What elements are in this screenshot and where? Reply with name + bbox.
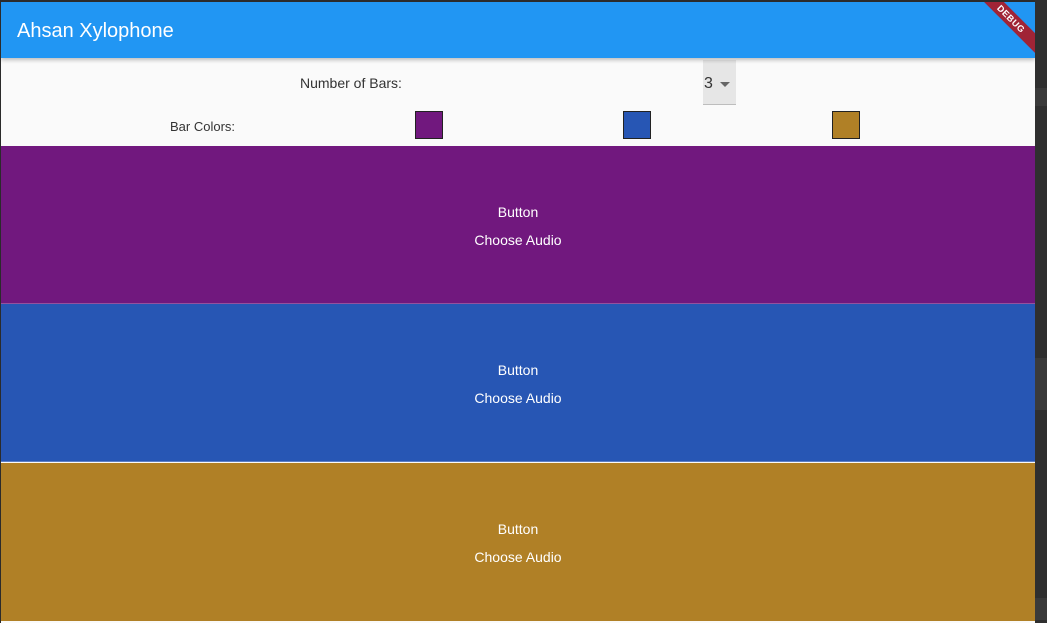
number-of-bars-label: Number of Bars: <box>300 75 402 91</box>
bar-divider <box>1 461 1035 462</box>
app-bar: Ahsan Xylophone DEBUG <box>1 2 1035 58</box>
number-of-bars-dropdown[interactable]: 3 <box>703 60 736 105</box>
number-of-bars-row: Number of Bars: 3 <box>1 58 1035 105</box>
choose-audio-button[interactable]: Choose Audio <box>1 549 1035 565</box>
color-swatch-bar-1[interactable] <box>415 111 443 139</box>
color-swatch-bar-2[interactable] <box>623 111 651 139</box>
app-window: Ahsan Xylophone DEBUG Number of Bars: 3 … <box>1 2 1035 623</box>
xylophone-bar-3[interactable]: Button Choose Audio <box>1 463 1035 621</box>
app-title: Ahsan Xylophone <box>17 20 174 42</box>
choose-audio-button[interactable]: Choose Audio <box>1 232 1035 248</box>
edge-mark <box>1035 358 1047 410</box>
edge-mark <box>1035 88 1047 106</box>
bar-colors-label: Bar Colors: <box>170 119 236 134</box>
bar-colors-row: Bar Colors: <box>1 104 1035 146</box>
dropdown-value: 3 <box>704 75 713 92</box>
color-swatch-bar-3[interactable] <box>832 111 860 139</box>
xylophone-bar-1[interactable]: Button Choose Audio <box>1 146 1035 304</box>
caret-down-icon <box>720 82 730 87</box>
bar-button-label: Button <box>497 204 539 220</box>
edge-mark <box>1035 598 1047 620</box>
choose-audio-button[interactable]: Choose Audio <box>1 390 1035 406</box>
debug-banner: DEBUG <box>972 2 1035 58</box>
bar-button-label: Button <box>497 521 539 537</box>
xylophone-bar-2[interactable]: Button Choose Audio <box>1 304 1035 462</box>
bar-button-label: Button <box>497 362 539 378</box>
